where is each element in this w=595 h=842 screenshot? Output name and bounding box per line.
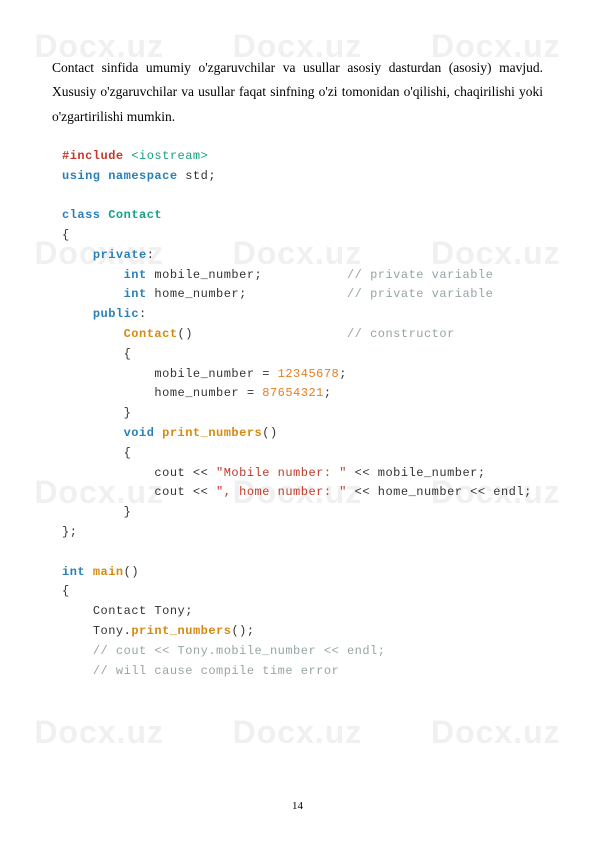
code-token: mobile_number; — [147, 268, 263, 282]
code-token: ; — [339, 367, 347, 381]
page-content: Contact sinfida umumiy o'zgaruvchilar va… — [0, 0, 595, 681]
code-token: std; — [178, 169, 217, 183]
code-token: : — [147, 248, 155, 262]
code-token: () — [262, 426, 277, 440]
code-indent — [62, 624, 93, 638]
code-indent — [62, 268, 124, 282]
watermark-text: Docx.uz — [431, 714, 561, 751]
code-indent — [62, 644, 93, 658]
code-token: home_number; — [147, 287, 247, 301]
code-indent — [62, 386, 154, 400]
code-token: using — [62, 169, 101, 183]
code-token: } — [124, 406, 132, 420]
code-token: class — [62, 208, 101, 222]
code-token: int — [62, 565, 85, 579]
code-token: print_numbers — [162, 426, 262, 440]
body-paragraph: Contact sinfida umumiy o'zgaruvchilar va… — [52, 56, 543, 129]
code-token: void — [124, 426, 155, 440]
code-token: 87654321 — [262, 386, 324, 400]
code-token: cout << — [154, 466, 216, 480]
code-pad — [247, 287, 347, 301]
code-indent — [62, 307, 93, 321]
code-token: namespace — [108, 169, 177, 183]
code-token: main — [93, 565, 124, 579]
code-token: "Mobile number: " — [216, 466, 347, 480]
code-token: cout << — [154, 485, 216, 499]
code-indent — [62, 604, 93, 618]
page-number: 14 — [0, 800, 595, 812]
code-token: // private variable — [347, 287, 493, 301]
code-token: (); — [231, 624, 254, 638]
watermark-text: Docx.uz — [233, 714, 363, 751]
code-block: #include <iostream> using namespace std;… — [62, 147, 543, 682]
code-token: { — [124, 347, 132, 361]
code-token: public — [93, 307, 139, 321]
code-indent — [62, 426, 124, 440]
code-token: Tony. — [93, 624, 132, 638]
code-token: Contact Tony; — [93, 604, 193, 618]
code-token: ; — [324, 386, 332, 400]
code-token: 12345678 — [278, 367, 340, 381]
code-indent — [62, 347, 124, 361]
code-token: int — [124, 268, 147, 282]
code-token: print_numbers — [131, 624, 231, 638]
code-indent — [62, 327, 124, 341]
code-indent — [62, 406, 124, 420]
code-token: { — [62, 228, 70, 242]
code-token: #include — [62, 149, 124, 163]
code-token: home_number = — [154, 386, 262, 400]
code-token: } — [124, 505, 132, 519]
code-token: // private variable — [347, 268, 493, 282]
code-token: // will cause compile time error — [93, 664, 339, 678]
code-token: Contact — [108, 208, 162, 222]
code-indent — [62, 367, 154, 381]
code-token: private — [93, 248, 147, 262]
code-token: { — [62, 584, 70, 598]
code-indent — [62, 664, 93, 678]
code-pad — [262, 268, 347, 282]
code-indent — [62, 287, 124, 301]
code-token: { — [124, 446, 132, 460]
code-indent — [62, 248, 93, 262]
code-token: () — [124, 565, 139, 579]
code-indent — [62, 505, 124, 519]
code-indent — [62, 446, 124, 460]
code-token: << home_number << endl; — [347, 485, 532, 499]
code-token: () — [178, 327, 193, 341]
code-token: <iostream> — [131, 149, 208, 163]
code-token: // cout << Tony.mobile_number << endl; — [93, 644, 386, 658]
code-token: : — [139, 307, 147, 321]
code-token: << mobile_number; — [347, 466, 486, 480]
watermark-row: Docx.uz Docx.uz Docx.uz — [0, 714, 595, 751]
code-token: ", home number: " — [216, 485, 347, 499]
code-token: // constructor — [347, 327, 455, 341]
code-pad — [193, 327, 347, 341]
code-token: int — [124, 287, 147, 301]
code-token: mobile_number = — [154, 367, 277, 381]
code-token: }; — [62, 525, 77, 539]
code-indent — [62, 466, 154, 480]
code-token: Contact — [124, 327, 178, 341]
watermark-text: Docx.uz — [34, 714, 164, 751]
code-indent — [62, 485, 154, 499]
